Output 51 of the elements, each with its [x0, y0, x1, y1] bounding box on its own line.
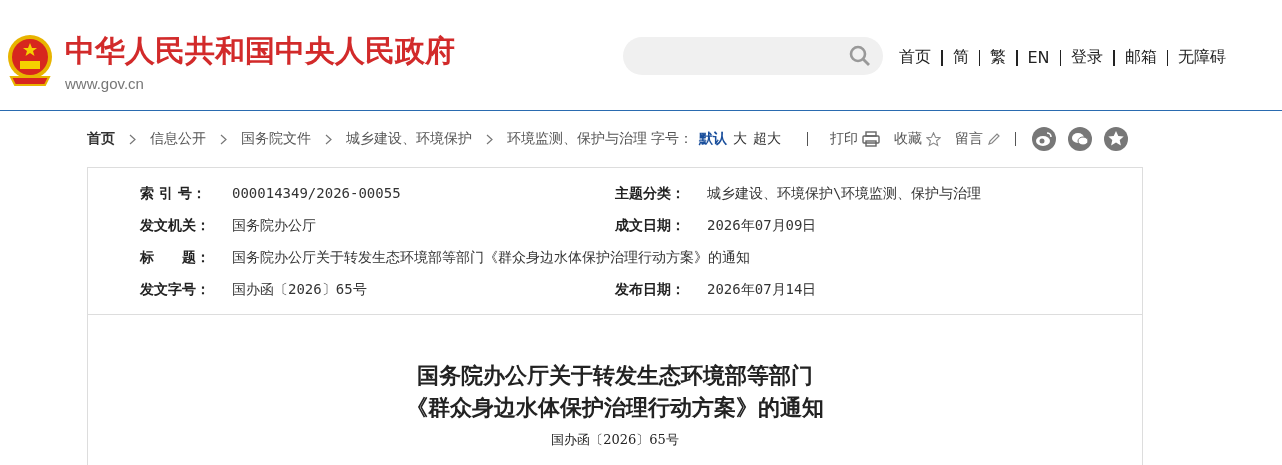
meta-label: 发布日期：: [615, 280, 686, 298]
breadcrumb-link[interactable]: 环境监测、保护与治理: [507, 130, 647, 148]
swirl-share-icon[interactable]: [1032, 127, 1056, 151]
action-link[interactable]: 打印: [830, 130, 858, 148]
star-share-icon[interactable]: [1104, 127, 1128, 151]
font-size-option[interactable]: 超大: [753, 130, 781, 148]
meta-value: 城乡建设、环境保护\环境监测、保护与治理: [707, 184, 983, 202]
nav-link[interactable]: 邮箱: [1124, 47, 1157, 68]
meta-value: 2026年07月09日: [707, 216, 818, 234]
meta-value: 国务院办公厅关于转发生态环境部等部门《群众身边水体保护治理行动方案》的通知: [232, 248, 751, 266]
search-icon[interactable]: [849, 45, 871, 67]
nav-link[interactable]: 登录: [1071, 47, 1104, 68]
meta-value: 国务院办公厅: [232, 216, 317, 234]
nav-link[interactable]: 简: [952, 47, 969, 68]
article-title: 国务院办公厅关于转发生态环境部等部门: [417, 361, 813, 390]
font-size-label: 字号：: [651, 130, 693, 148]
printer-icon[interactable]: [862, 131, 880, 147]
meta-label: 标 题：: [140, 248, 211, 266]
meta-value: 000014349/2026-00055: [232, 184, 402, 202]
nav-link[interactable]: 首页: [899, 47, 931, 68]
emblem-icon: [5, 33, 55, 87]
chat-bubbles-icon[interactable]: [1068, 127, 1092, 151]
font-size-option[interactable]: 默认: [699, 130, 727, 148]
chevron-icon: [486, 133, 493, 145]
meta-label: 成文日期：: [615, 216, 686, 234]
chevron-icon: [220, 133, 227, 145]
nav-link[interactable]: 繁: [990, 47, 1006, 68]
breadcrumb-link[interactable]: 首页: [87, 130, 115, 148]
site-title[interactable]: 中华人民共和国中央人民政府: [65, 33, 455, 69]
meta-label: 索 引 号：: [140, 184, 207, 202]
document-number: 国办函〔2026〕65号: [551, 431, 679, 449]
meta-label: 发文机关：: [140, 216, 211, 234]
site-url[interactable]: www.gov.cn: [65, 75, 455, 92]
chevron-icon: [129, 133, 136, 145]
chevron-icon: [325, 133, 332, 145]
meta-value: 国办函〔2026〕65号: [232, 280, 368, 298]
article-title: 《群众身边水体保护治理行动方案》的通知: [406, 393, 824, 422]
breadcrumb-link[interactable]: 城乡建设、环境保护: [346, 130, 472, 148]
pencil-icon[interactable]: [987, 132, 1001, 146]
breadcrumb-link[interactable]: 信息公开: [150, 130, 206, 148]
meta-value: 2026年07月14日: [707, 280, 818, 298]
action-link[interactable]: 收藏: [894, 130, 922, 148]
meta-label: 主题分类：: [615, 184, 686, 202]
search-field[interactable]: [623, 37, 883, 75]
nav-link[interactable]: EN: [1027, 48, 1050, 67]
font-size-option[interactable]: 大: [733, 130, 747, 148]
meta-label: 发文字号：: [140, 280, 211, 298]
breadcrumb-link[interactable]: 国务院文件: [241, 130, 311, 148]
star-icon[interactable]: [926, 131, 941, 147]
nav-link[interactable]: 无障碍: [1178, 47, 1227, 68]
action-link[interactable]: 留言: [955, 130, 983, 148]
